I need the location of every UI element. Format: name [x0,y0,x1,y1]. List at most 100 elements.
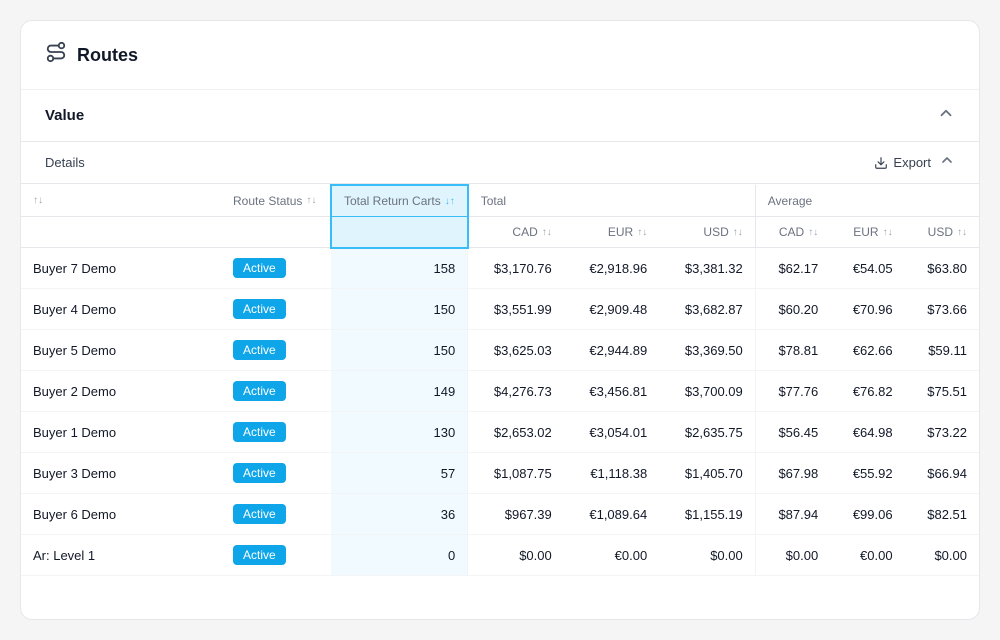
avg-cad-cell: $78.81 [755,330,830,371]
buyer-name: Buyer 5 Demo [21,330,221,371]
route-status-cell: Active [221,535,331,576]
avg-usd-cell: $63.80 [905,248,979,289]
return-carts-sort-icon: ↓↑ [445,196,455,207]
total-usd-cell: $3,700.09 [659,371,755,412]
avg-cad-cell: $67.98 [755,453,830,494]
avg-eur-cell: €55.92 [830,453,904,494]
total-cad-label: CAD [512,225,537,239]
total-usd-cell: $0.00 [659,535,755,576]
avg-usd-label: USD [928,225,953,239]
name-sort-icon: ↑↓ [33,195,43,206]
status-badge: Active [233,545,286,565]
total-cad-cell: $4,276.73 [468,371,564,412]
total-cad-cell: $3,625.03 [468,330,564,371]
table-row: Buyer 1 Demo Active 130 $2,653.02 €3,054… [21,412,979,453]
table-row: Buyer 7 Demo Active 158 $3,170.76 €2,918… [21,248,979,289]
status-badge: Active [233,258,286,278]
status-badge: Active [233,504,286,524]
avg-eur-cell: €62.66 [830,330,904,371]
buyer-name: Buyer 4 Demo [21,289,221,330]
total-usd-label: USD [703,225,728,239]
total-eur-label: EUR [608,225,633,239]
return-carts-cell: 57 [331,453,468,494]
table-row: Buyer 4 Demo Active 150 $3,551.99 €2,909… [21,289,979,330]
average-group-header: Average [755,185,979,217]
avg-usd-sort-icon: ↑↓ [957,227,967,238]
total-usd-cell: $3,381.32 [659,248,755,289]
buyer-name: Buyer 1 Demo [21,412,221,453]
buyer-name: Buyer 7 Demo [21,248,221,289]
avg-eur-label: EUR [853,225,878,239]
total-cad-cell: $2,653.02 [468,412,564,453]
total-cad-cell: $967.39 [468,494,564,535]
total-cad-cell: $3,551.99 [468,289,564,330]
details-label: Details [45,155,85,170]
average-group-label: Average [768,194,812,208]
return-carts-col-header: Total Return Carts ↓↑ [331,185,468,217]
return-carts-cell: 36 [331,494,468,535]
total-eur-cell: €1,118.38 [564,453,659,494]
column-group-header-row: ↑↓ Route Status ↑↓ Total Return Carts ↓↑ [21,185,979,217]
total-usd-cell: $1,405.70 [659,453,755,494]
return-carts-cell: 150 [331,330,468,371]
avg-cad-header: CAD ↑↓ [755,217,830,248]
total-usd-cell: $2,635.75 [659,412,755,453]
route-status-cell: Active [221,494,331,535]
collapse-button[interactable] [937,104,955,127]
route-status-cell: Active [221,453,331,494]
column-sub-header-row: CAD ↑↓ EUR ↑↓ USD ↑↓ [21,217,979,248]
route-status-label: Route Status [233,194,302,208]
total-usd-cell: $3,682.87 [659,289,755,330]
table-row: Buyer 6 Demo Active 36 $967.39 €1,089.64… [21,494,979,535]
avg-cad-cell: $87.94 [755,494,830,535]
table-row: Buyer 5 Demo Active 150 $3,625.03 €2,944… [21,330,979,371]
total-eur-sort-icon: ↑↓ [637,227,647,238]
total-cad-cell: $1,087.75 [468,453,564,494]
avg-cad-cell: $62.17 [755,248,830,289]
buyer-name: Ar: Level 1 [21,535,221,576]
total-cad-cell: $0.00 [468,535,564,576]
status-badge: Active [233,299,286,319]
buyer-name: Buyer 6 Demo [21,494,221,535]
main-container: Routes Value Details Export [20,20,980,620]
total-group-label: Total [481,194,506,208]
status-badge: Active [233,340,286,360]
status-sort-icon: ↑↓ [306,195,316,206]
avg-usd-cell: $73.22 [905,412,979,453]
total-eur-cell: €3,054.01 [564,412,659,453]
data-table-wrapper: ↑↓ Route Status ↑↓ Total Return Carts ↓↑ [21,184,979,576]
total-usd-cell: $3,369.50 [659,330,755,371]
table-row: Buyer 3 Demo Active 57 $1,087.75 €1,118.… [21,453,979,494]
avg-eur-cell: €70.96 [830,289,904,330]
avg-usd-cell: $82.51 [905,494,979,535]
avg-usd-cell: $66.94 [905,453,979,494]
table-row: Buyer 2 Demo Active 149 $4,276.73 €3,456… [21,371,979,412]
page-title: Routes [77,45,138,66]
avg-usd-cell: $75.51 [905,371,979,412]
details-collapse-button[interactable] [939,152,955,173]
return-carts-cell: 158 [331,248,468,289]
route-status-cell: Active [221,289,331,330]
status-sub-header [221,217,331,248]
page-header: Routes [21,21,979,90]
avg-eur-header: EUR ↑↓ [830,217,904,248]
total-eur-cell: €2,909.48 [564,289,659,330]
avg-usd-header: USD ↑↓ [905,217,979,248]
export-label: Export [893,155,931,170]
route-status-cell: Active [221,248,331,289]
avg-cad-cell: $56.45 [755,412,830,453]
total-cad-sort-icon: ↑↓ [542,227,552,238]
export-button[interactable]: Export [874,155,931,170]
total-cad-cell: $3,170.76 [468,248,564,289]
return-carts-sub-header [331,217,468,248]
data-table: ↑↓ Route Status ↑↓ Total Return Carts ↓↑ [21,184,979,576]
route-status-cell: Active [221,330,331,371]
avg-cad-cell: $60.20 [755,289,830,330]
table-row: Ar: Level 1 Active 0 $0.00 €0.00 $0.00 $… [21,535,979,576]
return-carts-cell: 0 [331,535,468,576]
route-status-cell: Active [221,412,331,453]
total-eur-cell: €2,918.96 [564,248,659,289]
total-eur-cell: €3,456.81 [564,371,659,412]
avg-cad-sort-icon: ↑↓ [808,227,818,238]
status-col-header: Route Status ↑↓ [221,185,331,217]
